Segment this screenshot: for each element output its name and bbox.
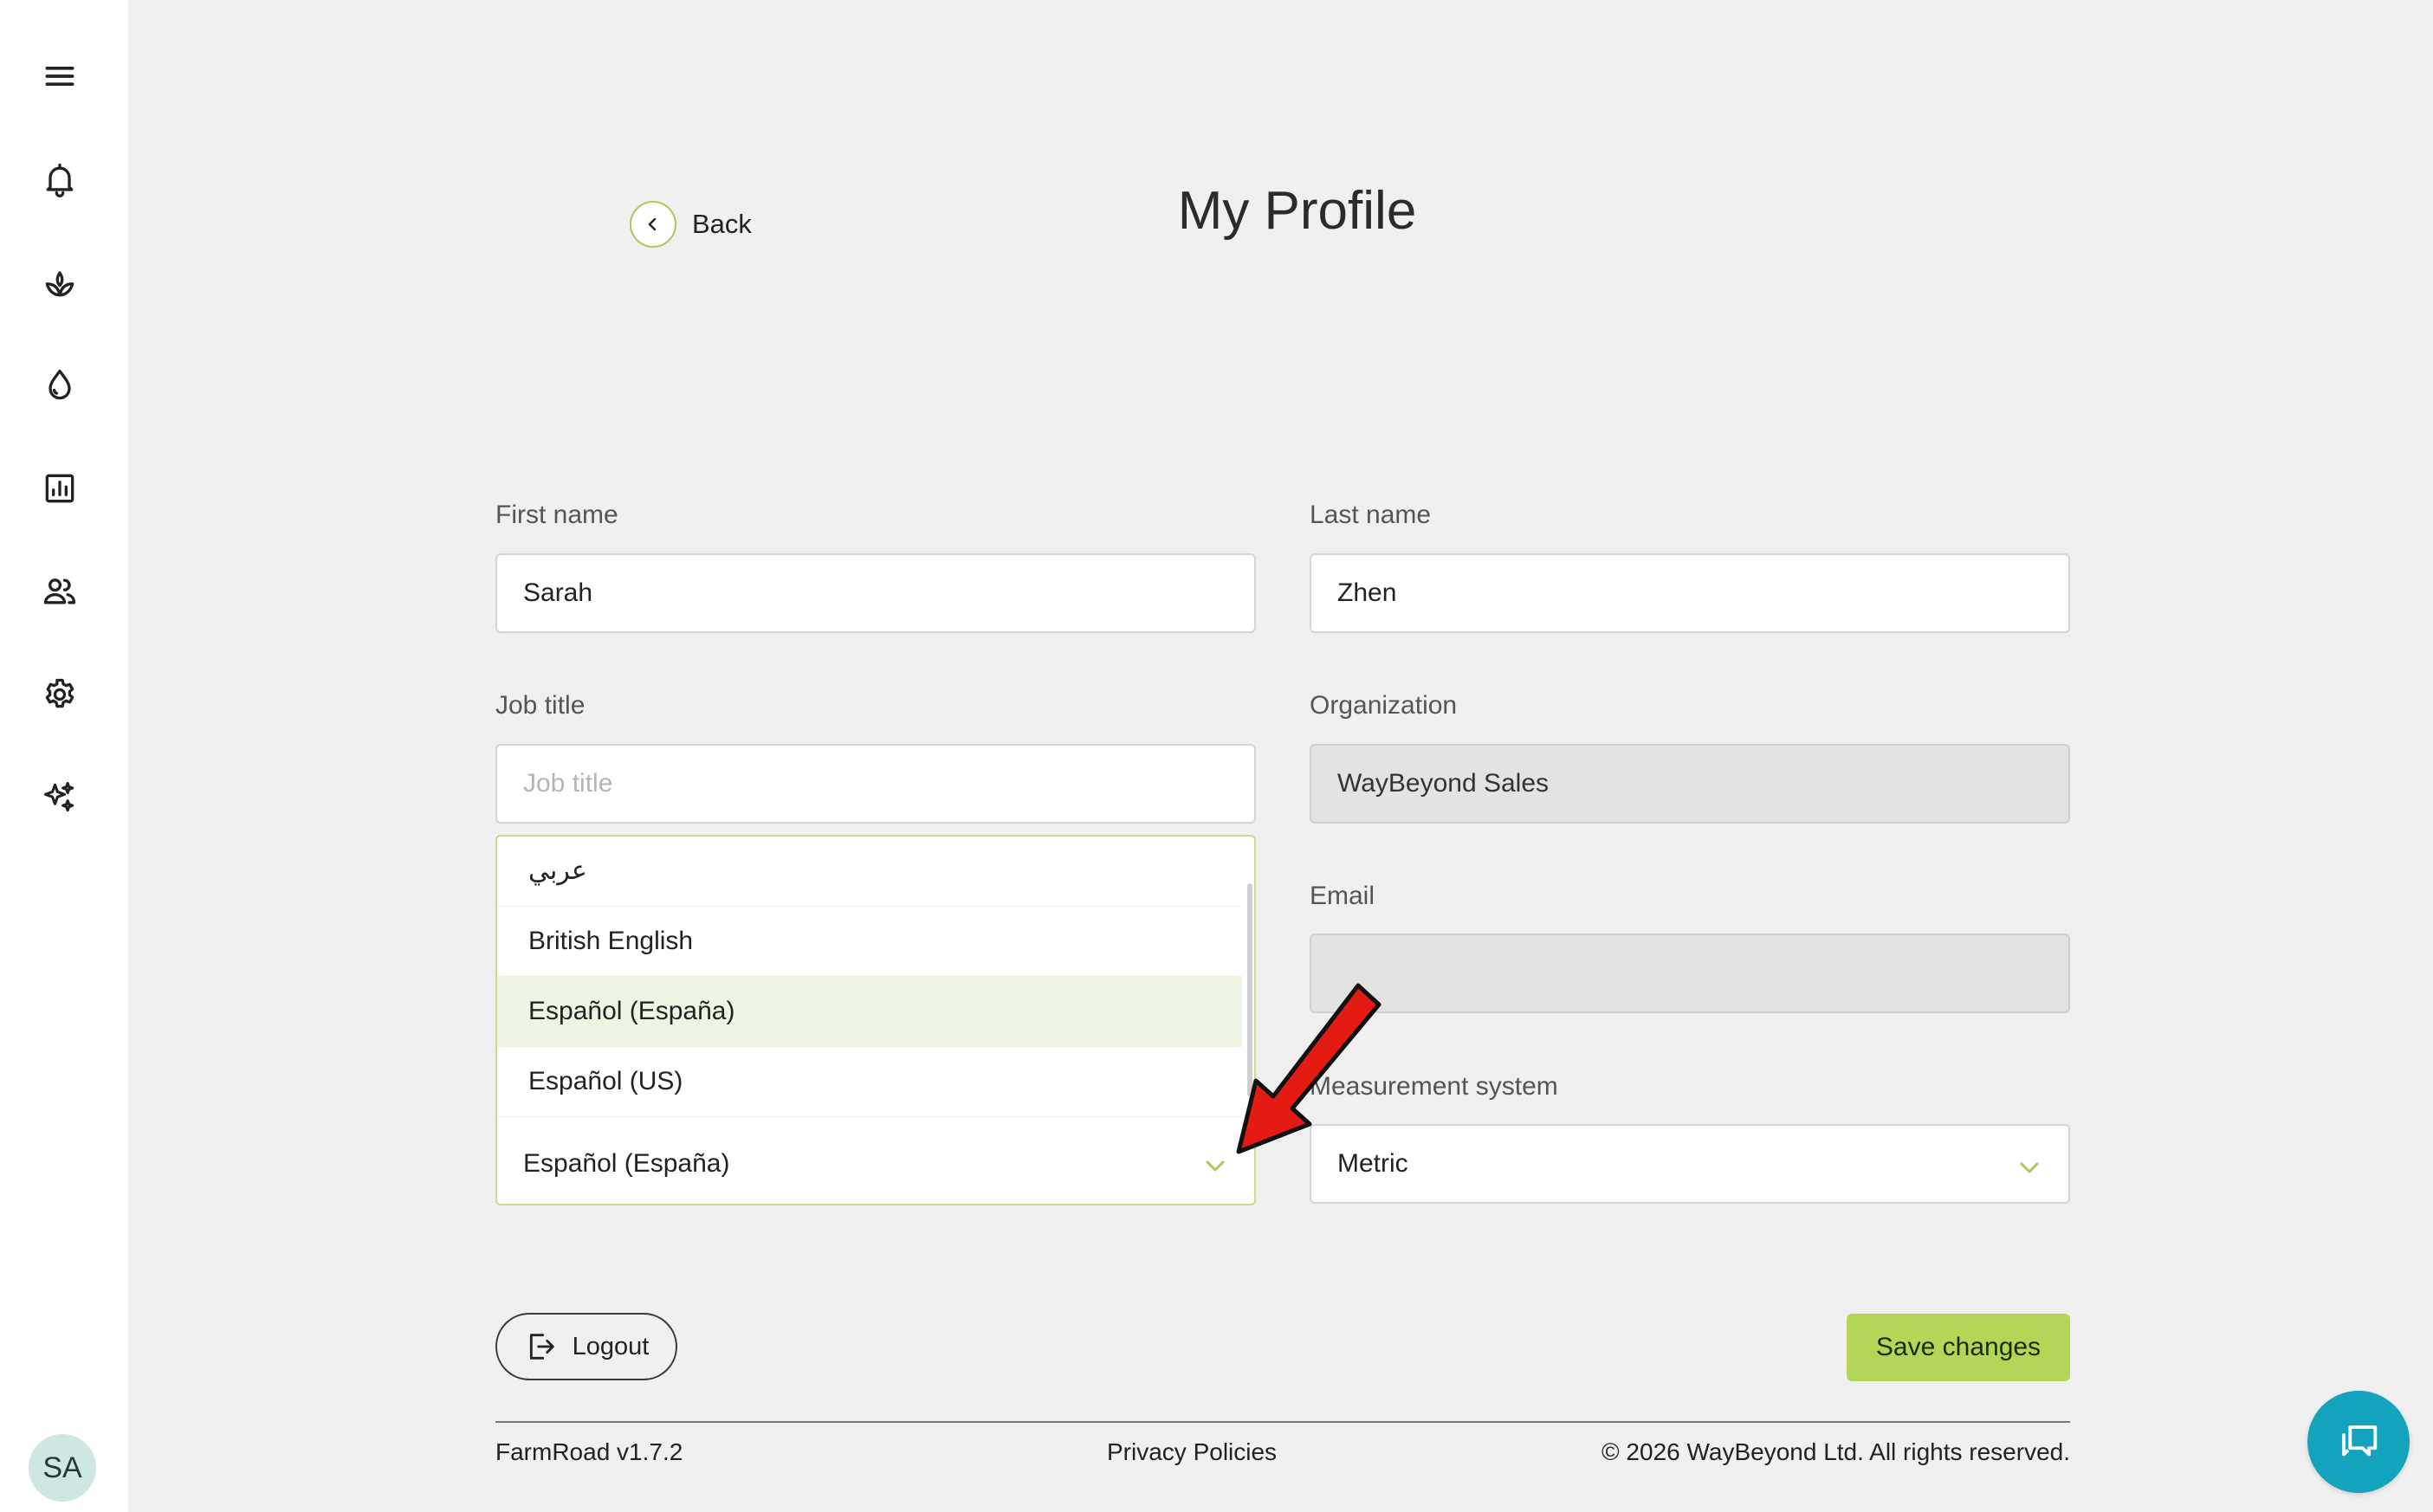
email-label: Email xyxy=(1310,882,1375,910)
menu-icon[interactable] xyxy=(38,55,81,98)
job-title-label: Job title xyxy=(495,691,586,720)
last-name-label: Last name xyxy=(1310,501,1432,529)
water-drop-icon[interactable] xyxy=(38,364,81,407)
language-select-value: Español (España) xyxy=(523,1149,730,1178)
chevron-down-icon xyxy=(1206,1160,1225,1172)
save-changes-button[interactable]: Save changes xyxy=(1847,1314,2070,1381)
chevron-down-icon xyxy=(2020,1162,2039,1173)
organization-field: WayBeyond Sales xyxy=(1310,744,2070,824)
language-dropdown[interactable]: عربي British English Español (España) Es… xyxy=(495,835,1256,1205)
organization-label: Organization xyxy=(1310,691,1458,720)
language-option-espanol-espana[interactable]: Español (España) xyxy=(497,977,1242,1047)
language-option-arabic[interactable]: عربي xyxy=(497,837,1242,907)
plant-icon[interactable] xyxy=(38,261,81,304)
language-select[interactable]: Español (España) xyxy=(497,1124,1254,1204)
bar-chart-icon[interactable] xyxy=(38,467,81,510)
logout-icon xyxy=(529,1334,554,1360)
privacy-policies-link[interactable]: Privacy Policies xyxy=(1107,1438,1277,1466)
measurement-select[interactable]: Metric xyxy=(1310,1124,2070,1204)
avatar[interactable]: SA xyxy=(29,1434,96,1502)
logout-label: Logout xyxy=(572,1332,650,1360)
language-option-espanol-us[interactable]: Español (US) xyxy=(497,1047,1242,1117)
page-title: My Profile xyxy=(1177,181,1417,241)
chat-button[interactable] xyxy=(2307,1391,2410,1493)
app-version: FarmRoad v1.7.2 xyxy=(495,1438,683,1465)
language-option-british-english[interactable]: British English xyxy=(497,907,1242,977)
red-arrow-annotation xyxy=(1236,983,1382,1154)
logout-button[interactable]: Logout xyxy=(495,1313,677,1380)
email-field xyxy=(1310,934,2070,1013)
first-name-label: First name xyxy=(495,501,618,529)
users-icon[interactable] xyxy=(38,570,81,613)
copyright-text: © 2026 WayBeyond Ltd. All rights reserve… xyxy=(1602,1438,2070,1465)
footer-divider xyxy=(495,1421,2070,1423)
chat-icon xyxy=(2342,1425,2378,1457)
gear-icon[interactable] xyxy=(38,673,81,716)
job-title-input[interactable] xyxy=(495,744,1256,824)
last-name-input[interactable] xyxy=(1310,553,2070,633)
sparkles-icon[interactable] xyxy=(38,776,81,819)
first-name-input[interactable] xyxy=(495,553,1256,633)
